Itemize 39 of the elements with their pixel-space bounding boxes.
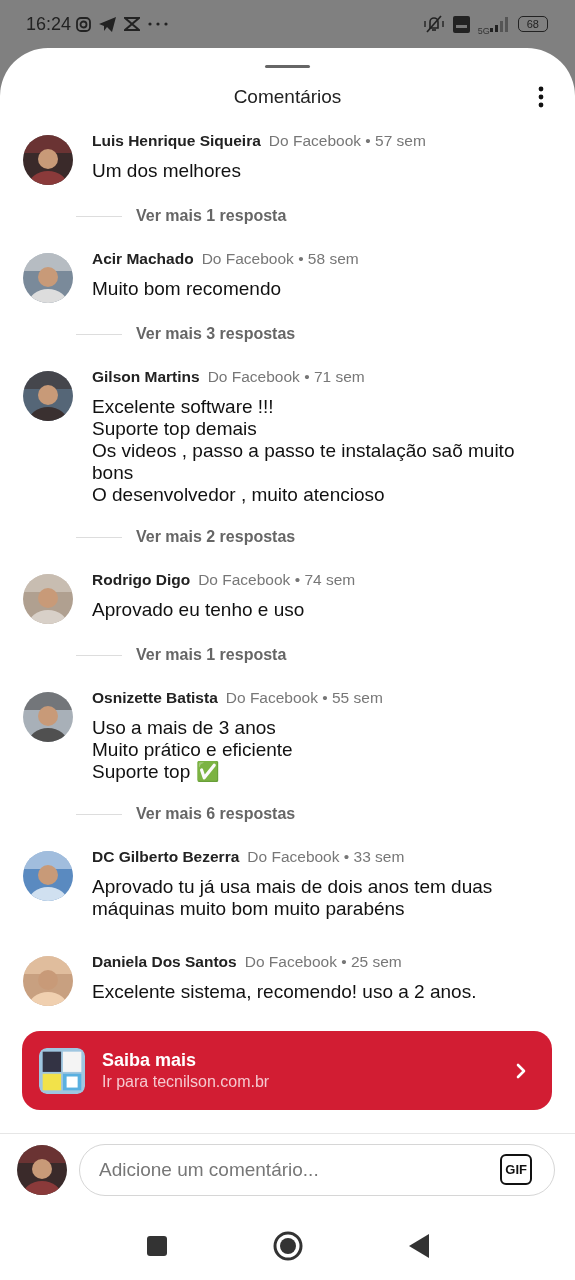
view-replies-link[interactable]: Ver mais 1 resposta [136,207,287,225]
view-replies-link[interactable]: Ver mais 2 respostas [136,528,296,546]
author-name[interactable]: DC Gilberto Bezerra [92,848,240,866]
comment-text: Um dos melhores [92,160,242,182]
comment-text: Os videos , passo a passo te instalação saõ muito bons [92,440,516,484]
comment-text: Aprovado eu tenho e uso [92,599,306,621]
comment-text: Aprovado tu já usa mais de dois anos tem duas máquinas muito bom muito parabéns [92,876,494,920]
promo-link: Ir para tecnilson.com.br [102,1073,271,1091]
view-replies-link[interactable]: Ver mais 3 respostas [136,325,296,343]
view-replies-link[interactable]: Ver mais 6 respostas [136,805,296,823]
promo-title: Saiba mais [102,1050,198,1071]
comment-meta: Do Facebook • 71 sem [207,368,365,386]
comment-meta: Do Facebook • 55 sem [225,689,383,707]
author-name[interactable]: Acir Machado [92,250,194,268]
author-name[interactable]: Rodrigo Digo [92,571,191,589]
battery-indicator: 68 [517,16,548,32]
comment-text: Uso a mais de 3 anos [92,717,277,739]
sheet-title: Comentários [233,86,342,108]
comment-text: Excelente software !!! [92,396,275,418]
author-name[interactable]: Luis Henrique Siqueira [92,132,261,150]
gif-button[interactable]: GIF [500,1154,532,1185]
comment-text: O desenvolvedor , muito atencioso [92,484,386,506]
comment-text: Suporte top demais [92,418,258,440]
comment-text: Muito bom recomendo [92,278,283,300]
comment-text: Suporte top ✅ [92,761,221,783]
comment-meta: Do Facebook • 74 sem [198,571,356,589]
author-name[interactable]: Daniela Dos Santos [92,953,237,971]
author-name[interactable]: Gilson Martins [92,368,200,386]
comment-meta: Do Facebook • 57 sem [268,132,426,150]
promo-banner[interactable]: Saiba mais Ir para tecnilson.com.br [22,1031,552,1110]
comment-text: Excelente sistema, recomendo! uso a 2 anos. [92,981,478,1003]
network-label: 5G [477,26,490,36]
author-name[interactable]: Osnizette Batista [92,689,218,707]
view-replies-link[interactable]: Ver mais 1 resposta [136,646,287,664]
comment-text: Muito prático e eficiente [92,739,294,761]
comment-meta: Do Facebook • 58 sem [201,250,359,268]
comment-meta: Do Facebook • 25 sem [244,953,402,971]
comment-meta: Do Facebook • 33 sem [247,848,405,866]
clock-time: 16:24 [26,13,72,35]
